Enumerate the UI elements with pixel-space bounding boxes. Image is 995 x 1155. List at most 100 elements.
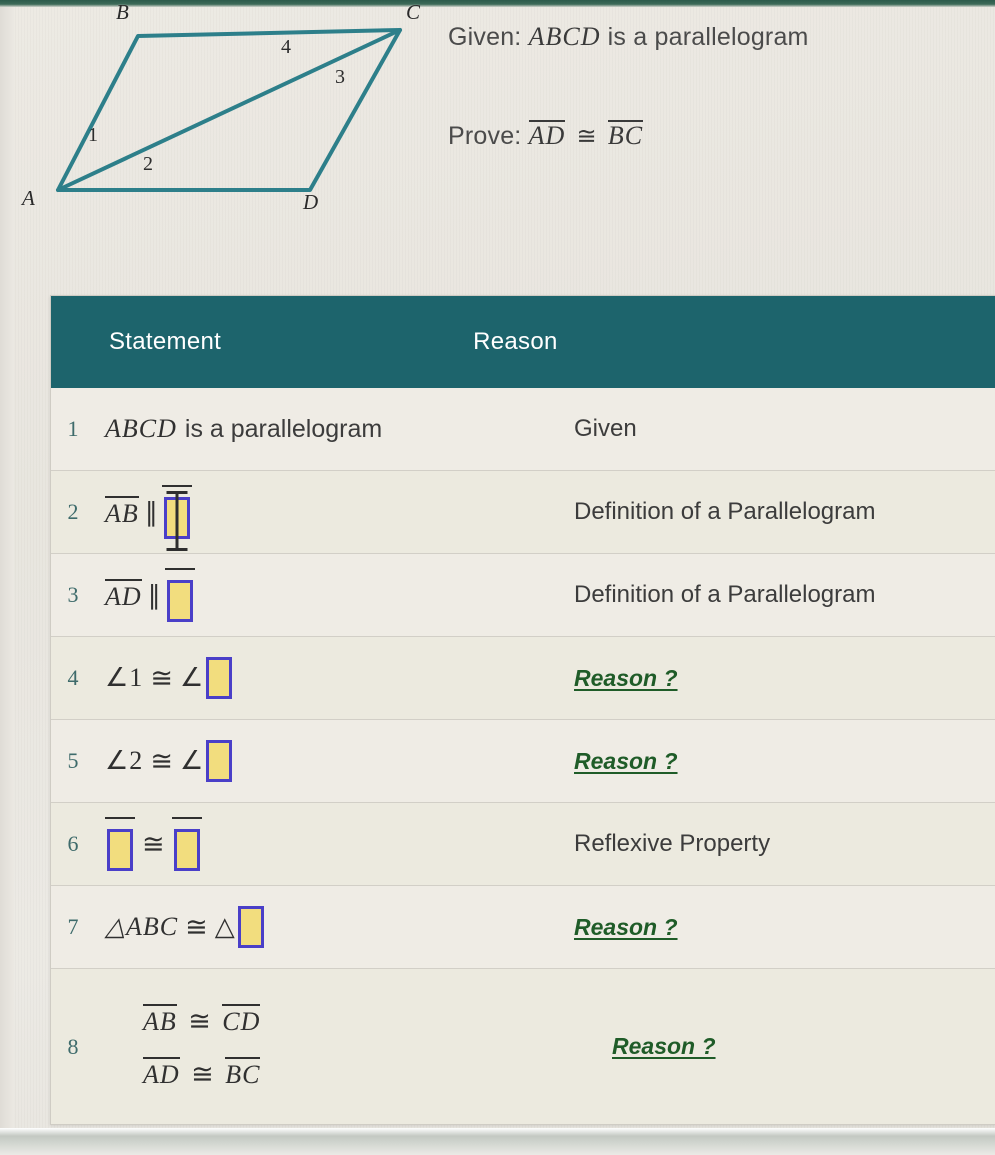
reason-cell: Definition of a Parallelogram — [560, 581, 995, 609]
congruent-symbol: ≅ — [150, 745, 173, 776]
column-header-statement: Statement — [109, 328, 222, 355]
two-column-proof-table: Statement Reason 1 ABCD is a parallelogr… — [50, 295, 995, 1125]
statement-line-2: AD ≅ BC — [143, 1056, 261, 1090]
reason-link[interactable]: Reason ? — [574, 748, 678, 774]
table-row: 5 ∠2 ≅ ∠ Reason ? — [51, 720, 995, 803]
reason-cell: Definition of a Parallelogram — [560, 498, 995, 526]
reason-link[interactable]: Reason ? — [574, 914, 678, 940]
row-number: 3 — [67, 582, 79, 607]
table-row: 6 ≅ Reflexive Property — [51, 803, 995, 886]
reason-cell: Given — [560, 415, 995, 443]
prove-label: Prove: — [448, 122, 522, 150]
diagonal-ac — [56, 28, 402, 192]
table-row: 2 AB ∥ Definition of a Parallelogram — [51, 471, 995, 554]
prove-line: Prove: AD ≅ BC — [448, 120, 988, 151]
blank-segment-wrap — [161, 485, 192, 551]
given-line: Given: ABCD is a parallelogram — [448, 22, 988, 52]
statement-cell: AD ∥ — [95, 568, 560, 622]
congruent-symbol: ≅ — [185, 911, 208, 942]
answer-blank-input[interactable] — [173, 829, 200, 871]
reason-cell: Reason ? — [560, 665, 995, 692]
row-number: 6 — [67, 831, 79, 856]
statement-cell: ≅ — [95, 817, 560, 871]
reason-cell: Reason ? — [598, 1033, 995, 1060]
answer-blank-input[interactable] — [237, 906, 264, 948]
statement-cell: △ABC ≅ △ — [95, 906, 560, 948]
row-number: 2 — [67, 499, 79, 524]
reason-link[interactable]: Reason ? — [612, 1033, 716, 1059]
reason-link[interactable]: Reason ? — [574, 665, 678, 691]
row-number: 1 — [67, 416, 79, 441]
statement-cell: AB ∥ — [95, 485, 560, 551]
blank-segment-wrap — [105, 817, 135, 871]
angle-label-1: 1 — [88, 124, 98, 146]
reason-text: Definition of a Parallelogram — [574, 498, 876, 525]
reason-cell: Reflexive Property — [560, 830, 995, 858]
angle-symbol: ∠ — [179, 746, 205, 775]
parallelogram-figure: A B C D 1 2 3 4 — [0, 0, 440, 225]
segment-ad: AD — [105, 579, 142, 611]
segment-cd: CD — [222, 1003, 261, 1035]
answer-blank-input[interactable] — [206, 657, 233, 699]
bottom-edge-band — [0, 1128, 995, 1155]
segment-ab: AB — [143, 1003, 177, 1035]
vertex-label-a: A — [22, 186, 35, 210]
given-prove-block: Given: ABCD is a parallelogram Prove: AD… — [448, 22, 988, 151]
table-header-row: Statement Reason — [51, 296, 995, 388]
angle-label-3: 3 — [335, 66, 345, 88]
answer-blank-input[interactable] — [163, 491, 190, 551]
answer-blank-input[interactable] — [206, 740, 233, 782]
angle-label-4: 4 — [281, 36, 291, 58]
statement-line-1: AB ≅ CD — [143, 1003, 261, 1037]
statement-cell: ∠1 ≅ ∠ — [95, 657, 560, 699]
reason-text: Given — [574, 415, 637, 442]
text-cursor-icon — [166, 491, 188, 551]
statement-cell: ∠2 ≅ ∠ — [95, 740, 560, 782]
reason-cell: Reason ? — [560, 914, 995, 941]
blank-segment-wrap — [164, 568, 195, 622]
congruent-symbol: ≅ — [576, 123, 597, 150]
segment-ab: AB — [105, 496, 139, 528]
angle-symbol: ∠ — [179, 663, 205, 692]
given-rest: is a parallelogram — [607, 23, 809, 51]
row-number: 8 — [67, 1033, 79, 1059]
table-row: 3 AD ∥ Definition of a Parallelogram — [51, 554, 995, 637]
reason-text: Reflexive Property — [574, 830, 771, 857]
blank-segment-wrap — [171, 817, 202, 871]
table-row: 8 AB ≅ CD AD ≅ BC Reason ? — [51, 969, 995, 1125]
statement-cell: ABCD is a parallelogram — [95, 414, 560, 444]
triangle-symbol: △ — [214, 912, 236, 941]
segment-ad: AD — [143, 1056, 180, 1088]
table-row: 4 ∠1 ≅ ∠ Reason ? — [51, 637, 995, 720]
parallelogram-svg — [56, 28, 402, 192]
given-label: Given: — [448, 23, 522, 51]
prove-segment-ad: AD — [528, 120, 566, 150]
congruent-symbol: ≅ — [142, 828, 165, 859]
angle-1: ∠1 — [105, 663, 144, 692]
vertex-label-b: B — [116, 0, 129, 24]
vertex-label-d: D — [303, 190, 319, 214]
segment-bc: BC — [225, 1056, 261, 1088]
parallel-symbol: ∥ — [147, 579, 161, 610]
row-number: 5 — [67, 748, 79, 773]
parallel-symbol: ∥ — [144, 496, 158, 527]
congruent-symbol: ≅ — [150, 662, 173, 693]
congruent-symbol: ≅ — [191, 1058, 214, 1089]
table-row: 7 △ABC ≅ △ Reason ? — [51, 886, 995, 969]
answer-blank-input[interactable] — [107, 829, 133, 871]
given-subject: ABCD — [528, 22, 601, 51]
congruent-symbol: ≅ — [188, 1005, 211, 1036]
angle-2: ∠2 — [105, 746, 144, 775]
reason-text: Definition of a Parallelogram — [574, 581, 876, 608]
vertex-label-c: C — [406, 0, 421, 24]
statement-text: is a parallelogram — [184, 414, 383, 443]
angle-label-2: 2 — [143, 153, 153, 175]
prove-segment-bc: BC — [607, 120, 644, 150]
column-header-reason: Reason — [473, 328, 558, 355]
reason-cell: Reason ? — [560, 748, 995, 775]
triangle-abc: △ABC — [105, 912, 179, 941]
row-number: 4 — [67, 665, 79, 690]
answer-blank-input[interactable] — [166, 580, 193, 622]
table-row: 1 ABCD is a parallelogram Given — [51, 388, 995, 471]
statement-cell: AB ≅ CD AD ≅ BC — [95, 1003, 598, 1090]
